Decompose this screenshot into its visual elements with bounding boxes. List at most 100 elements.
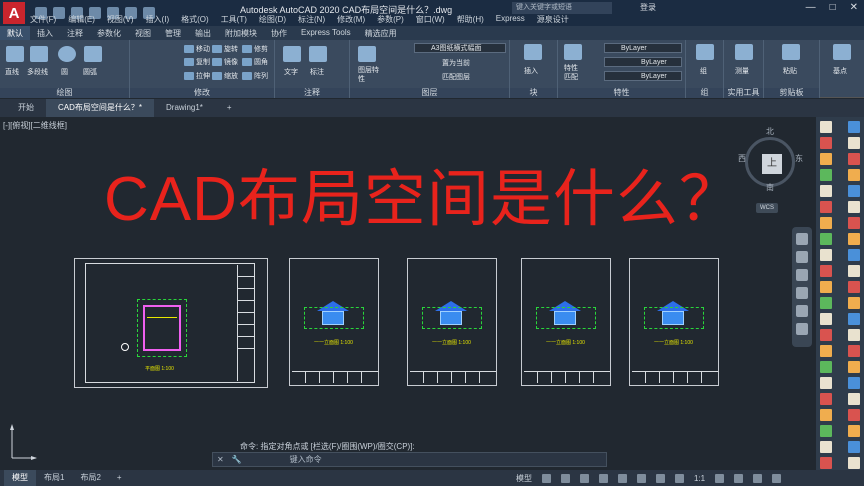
tab-annotate[interactable]: 注释	[60, 26, 90, 40]
tool-icon[interactable]	[820, 201, 832, 213]
elevation-sheet-4[interactable]: 一一立面图 1:100	[629, 258, 719, 386]
tab-collaborate[interactable]: 协作	[264, 26, 294, 40]
tool-icon[interactable]	[848, 217, 860, 229]
wcs-menu[interactable]: WCS	[756, 203, 778, 213]
mirror-button[interactable]: 镜像	[212, 57, 238, 67]
move-button[interactable]: 移动	[184, 44, 210, 54]
elevation-sheet-1[interactable]: 一一立面图 1:100	[289, 258, 379, 386]
minimize-button[interactable]: —	[806, 2, 816, 13]
tool-icon[interactable]	[848, 377, 860, 389]
menu-format[interactable]: 格式(O)	[181, 14, 209, 25]
tool-icon[interactable]	[848, 169, 860, 181]
snap-icon[interactable]	[561, 473, 570, 483]
properties-group-label[interactable]: 特性	[558, 88, 685, 98]
menu-draw[interactable]: 绘图(D)	[259, 14, 286, 25]
polyline-icon[interactable]	[30, 46, 48, 62]
annotation-group-label[interactable]: 注释	[275, 88, 349, 98]
tool-icon[interactable]	[820, 233, 832, 245]
tool-icon[interactable]	[820, 409, 832, 421]
line-button[interactable]: 直线	[5, 67, 19, 77]
tab-addins[interactable]: 附加模块	[218, 26, 264, 40]
gear-icon[interactable]	[715, 473, 725, 483]
autocad-logo[interactable]: A	[3, 2, 25, 24]
tool-icon[interactable]	[820, 169, 832, 181]
menu-window[interactable]: 窗口(W)	[416, 14, 445, 25]
tab-drawing1[interactable]: Drawing1*	[154, 99, 215, 117]
login-button[interactable]: 登录	[640, 2, 656, 13]
menu-file[interactable]: 文件(F)	[30, 14, 56, 25]
viewcube-top-face[interactable]: 上	[762, 154, 782, 174]
add-layout-button[interactable]: +	[109, 470, 130, 486]
new-tab-button[interactable]: +	[215, 99, 244, 117]
tool-icon[interactable]	[848, 153, 860, 165]
linetype-dropdown[interactable]: ByLayer	[604, 57, 682, 67]
menu-express[interactable]: Express	[496, 14, 525, 25]
utilities-group-label[interactable]: 实用工具	[724, 88, 763, 98]
close-command-icon[interactable]: ✕	[217, 455, 224, 464]
match-properties-icon[interactable]	[564, 44, 582, 60]
trim-button[interactable]: 修剪	[242, 44, 268, 54]
menu-modify[interactable]: 修改(M)	[337, 14, 365, 25]
base-point-button[interactable]: 基点	[833, 66, 847, 76]
menu-tools[interactable]: 工具(T)	[221, 14, 247, 25]
tab-default[interactable]: 默认	[0, 26, 30, 40]
osnap-icon[interactable]	[618, 473, 627, 483]
search-input[interactable]: 键入关键字或短语	[512, 2, 612, 14]
base-point-icon[interactable]	[833, 44, 851, 60]
scale-button[interactable]: 缩放	[212, 71, 238, 81]
modify-group-label[interactable]: 修改	[130, 88, 274, 98]
customize-menu-icon[interactable]	[772, 473, 782, 483]
viewcube-west[interactable]: 西	[738, 153, 746, 164]
tool-icon[interactable]	[848, 281, 860, 293]
fullscreen-icon[interactable]	[753, 473, 763, 483]
tab-current-drawing[interactable]: CAD布局空间是什么？*	[46, 99, 155, 117]
tool-icon[interactable]	[848, 457, 860, 469]
tool-icon[interactable]	[848, 265, 860, 277]
match-properties-button[interactable]: 特性匹配	[564, 64, 584, 82]
viewcube-south[interactable]: 南	[766, 182, 774, 193]
menu-dimension[interactable]: 标注(N)	[298, 14, 325, 25]
pan-hand-icon[interactable]	[796, 251, 808, 263]
group-icon[interactable]	[696, 44, 714, 60]
set-current-button[interactable]: 置为当前	[442, 58, 470, 68]
array-button[interactable]: 阵列	[242, 71, 268, 81]
tool-icon[interactable]	[820, 457, 832, 469]
tab-layout1[interactable]: 布局1	[36, 470, 72, 486]
tool-icon[interactable]	[820, 313, 832, 325]
viewport-controls[interactable]: [-][俯视][二维线框]	[3, 120, 67, 131]
plan-sheet[interactable]: 平面图 1:100	[74, 258, 268, 388]
model-space-button[interactable]: 模型	[516, 473, 532, 484]
tool-icon[interactable]	[848, 409, 860, 421]
layer-properties-icon[interactable]	[358, 46, 376, 62]
tool-icon[interactable]	[848, 233, 860, 245]
text-icon[interactable]	[283, 46, 301, 62]
tab-model[interactable]: 模型	[4, 470, 36, 486]
tool-icon[interactable]	[820, 361, 832, 373]
tool-icon[interactable]	[848, 249, 860, 261]
tool-icon[interactable]	[848, 345, 860, 357]
elevation-sheet-3[interactable]: 一一立面图 1:100	[521, 258, 611, 386]
viewcube[interactable]: 上	[745, 137, 795, 187]
customize-icon[interactable]: 🔧	[232, 455, 242, 464]
tool-icon[interactable]	[848, 185, 860, 197]
tool-icon[interactable]	[820, 297, 832, 309]
menu-view[interactable]: 视图(V)	[107, 14, 134, 25]
tool-icon[interactable]	[820, 217, 832, 229]
tab-view[interactable]: 视图	[128, 26, 158, 40]
dimension-icon[interactable]	[309, 46, 327, 62]
dimension-button[interactable]: 标注	[310, 67, 324, 77]
paste-button[interactable]: 粘贴	[783, 66, 797, 76]
arc-button[interactable]: 圆弧	[83, 67, 97, 77]
fillet-button[interactable]: 圆角	[242, 57, 268, 67]
stretch-button[interactable]: 拉伸	[184, 71, 210, 81]
tool-icon[interactable]	[820, 425, 832, 437]
text-button[interactable]: 文字	[284, 67, 298, 77]
close-button[interactable]: ✕	[850, 2, 858, 13]
tool-icon[interactable]	[848, 121, 860, 133]
orbit-icon[interactable]	[796, 287, 808, 299]
tool-icon[interactable]	[848, 361, 860, 373]
group-button[interactable]: 组	[700, 66, 707, 76]
layer-dropdown[interactable]: A3图纸横式幅面	[414, 43, 506, 53]
tab-parametric[interactable]: 参数化	[90, 26, 128, 40]
tool-icon[interactable]	[848, 137, 860, 149]
